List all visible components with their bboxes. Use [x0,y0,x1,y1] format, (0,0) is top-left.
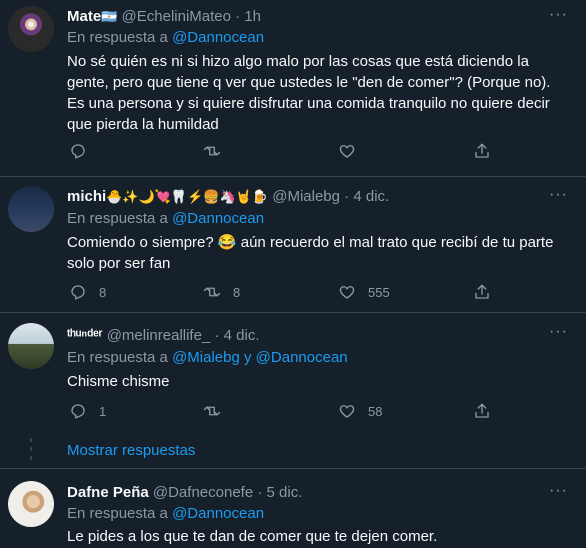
tweet[interactable]: Dafne Peña @Dafneconefe · 5 dic. ··· En … [0,469,586,548]
reply-button[interactable]: 8 [69,283,106,301]
tweet[interactable]: michi🐣✨🌙💘🦷⚡🍔🦄🤘🍺 @Mialebg · 4 dic. ··· En… [0,177,586,312]
reply-prefix: En respuesta a [67,29,173,46]
reply-context: En respuesta a @Dannocean [67,505,264,522]
retweet-icon [203,287,221,297]
more-icon[interactable]: ··· [549,323,568,341]
retweet-icon [203,146,221,156]
share-icon [475,143,489,158]
reply-context: En respuesta a @Mialebg y @Dannocean [67,349,348,366]
name-emoji: 🐣✨🌙💘🦷⚡🍔🦄🤘🍺 [106,189,269,204]
display-name[interactable]: ᵗʰᵘⁿᵈᵉʳ [67,327,103,344]
reply-button[interactable]: 1 [69,402,106,420]
reply-prefix: En respuesta a [67,210,173,227]
name-emoji: 🇦🇷 [101,9,118,24]
tweet-text: Chisme chisme [67,373,170,390]
more-icon[interactable]: ··· [549,482,568,500]
separator-dot: · [235,8,241,25]
reply-context: En respuesta a @Dannocean [67,29,264,46]
retweet-button[interactable]: 8 [203,283,240,301]
action-bar: 1 58 [67,402,507,424]
like-button[interactable] [338,142,368,160]
timestamp[interactable]: 4 dic. [353,188,389,205]
share-button[interactable] [473,142,491,160]
reply-icon [71,404,85,419]
like-button[interactable]: 58 [338,402,382,420]
share-icon [475,284,489,299]
thread-dots [29,438,33,465]
handle[interactable]: @Dafneconefe [153,484,253,501]
like-count: 555 [368,284,390,300]
reply-context: En respuesta a @Dannocean [67,210,264,227]
reply-to-link[interactable]: @Mialebg y @Dannocean [172,349,348,366]
reply-button[interactable] [69,142,99,160]
reply-to-link[interactable]: @Dannocean [172,29,264,46]
display-name[interactable]: Mate [67,8,101,25]
more-icon[interactable]: ··· [549,6,568,24]
separator-dot: · [344,188,350,205]
display-name[interactable]: michi [67,188,106,205]
tweet-header: Mate🇦🇷 @EcheliniMateo · 1h [67,8,261,25]
handle[interactable]: @EcheliniMateo [122,8,231,25]
tweet-header: Dafne Peña @Dafneconefe · 5 dic. [67,484,302,501]
timestamp[interactable]: 4 dic. [224,327,260,344]
like-count: 58 [368,403,383,419]
display-name[interactable]: Dafne Peña [67,484,149,501]
tweet-text: Comiendo o siempre? 😂 aún recuerdo el ma… [67,234,554,272]
reply-count: 8 [99,284,107,300]
like-button[interactable]: 555 [338,283,390,301]
like-icon [339,286,355,299]
reply-prefix: En respuesta a [67,349,173,366]
reply-prefix: En respuesta a [67,505,173,522]
share-icon [475,403,489,418]
tweet[interactable]: Mate🇦🇷 @EcheliniMateo · 1h ··· En respue… [0,0,586,176]
handle[interactable]: @Mialebg [272,188,340,205]
tweet[interactable]: ᵗʰᵘⁿᵈᵉʳ @melinreallife_ · 4 dic. ··· En … [0,313,586,468]
share-button[interactable] [473,402,491,420]
action-bar [67,142,507,164]
share-button[interactable] [473,283,491,301]
show-replies-link[interactable]: Mostrar respuestas [67,442,195,459]
retweet-icon [203,406,221,416]
separator-dot: · [257,484,263,501]
reply-to-link[interactable]: @Dannocean [172,210,264,227]
timestamp[interactable]: 1h [244,8,261,25]
reply-icon [71,285,85,300]
avatar[interactable] [8,6,54,52]
tweet-header: michi🐣✨🌙💘🦷⚡🍔🦄🤘🍺 @Mialebg · 4 dic. [67,188,389,205]
handle[interactable]: @melinreallife_ [107,327,211,344]
tweet-text: Le pides a los que te dan de comer que t… [67,528,438,545]
more-icon[interactable]: ··· [549,186,568,204]
reply-to-link[interactable]: @Dannocean [172,505,264,522]
tweet-text: No sé quién es ni si hizo algo malo por … [67,53,551,133]
avatar[interactable] [8,186,54,232]
separator-dot: · [214,327,220,344]
action-bar: 8 8 555 [67,283,507,305]
avatar[interactable] [8,481,54,527]
reply-icon [71,144,85,159]
tweet-header: ᵗʰᵘⁿᵈᵉʳ @melinreallife_ · 4 dic. [67,327,260,344]
like-icon [339,405,355,418]
retweet-button[interactable] [203,402,233,420]
retweet-button[interactable] [203,142,233,160]
like-icon [339,145,355,158]
reply-count: 1 [99,403,107,419]
avatar[interactable] [8,323,54,369]
retweet-count: 8 [233,284,241,300]
timestamp[interactable]: 5 dic. [267,484,303,501]
